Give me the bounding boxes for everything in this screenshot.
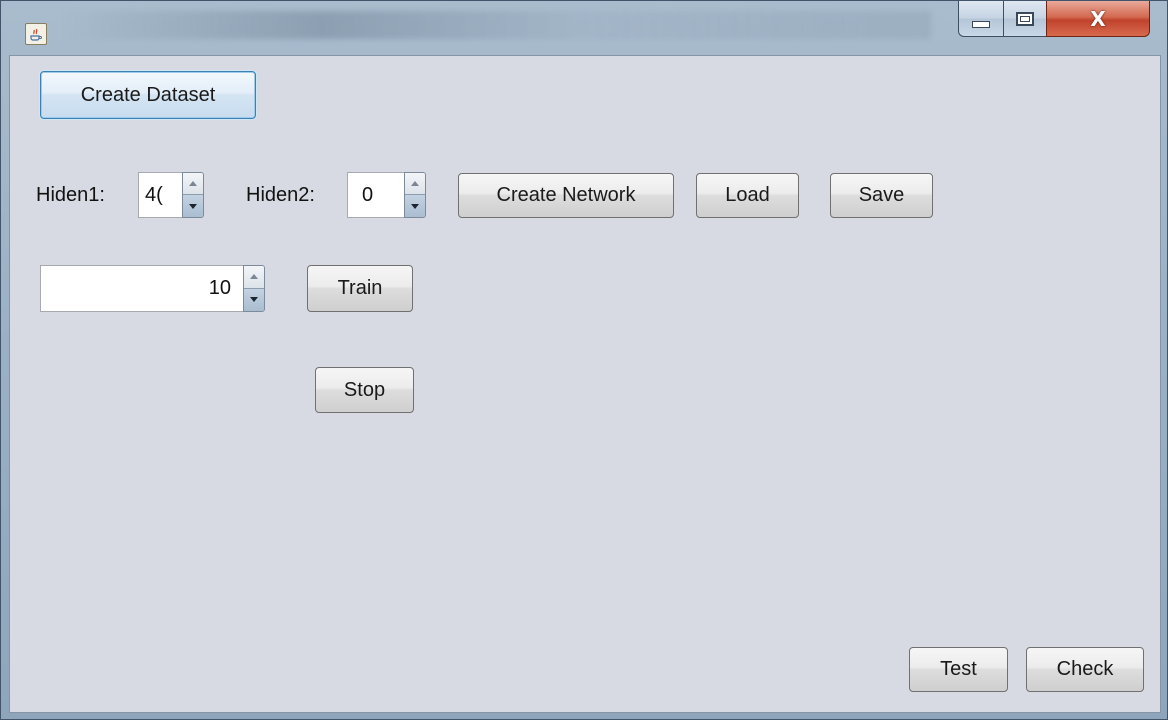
epochs-input[interactable]: 10 <box>40 265 243 312</box>
hidden1-input[interactable]: 4( <box>138 172 182 218</box>
epochs-spin-buttons <box>243 265 265 312</box>
test-button[interactable]: Test <box>909 647 1008 692</box>
app-window: X Create Dataset Hiden1: 4( Hiden2: 0 Cr… <box>0 0 1168 720</box>
hidden2-decrement[interactable] <box>405 195 425 217</box>
triangle-down-icon <box>411 203 419 209</box>
epochs-decrement[interactable] <box>244 288 264 311</box>
hidden1-decrement[interactable] <box>183 195 203 217</box>
window-controls: X <box>958 1 1150 37</box>
minimize-icon <box>972 21 990 28</box>
epochs-spinner[interactable]: 10 <box>40 265 265 312</box>
content-panel: Create Dataset Hiden1: 4( Hiden2: 0 Crea… <box>9 55 1161 713</box>
minimize-button[interactable] <box>958 1 1004 37</box>
title-bar[interactable]: X <box>1 1 1167 55</box>
hidden1-label: Hiden1: <box>36 184 105 206</box>
close-icon: X <box>1090 6 1106 31</box>
maximize-button[interactable] <box>1003 1 1047 37</box>
hidden1-spinner[interactable]: 4( <box>138 172 204 218</box>
triangle-up-icon <box>411 181 419 186</box>
hidden2-increment[interactable] <box>405 173 425 195</box>
load-button[interactable]: Load <box>696 173 799 218</box>
hidden2-spinner[interactable]: 0 <box>347 172 426 218</box>
hidden2-input[interactable]: 0 <box>347 172 404 218</box>
close-button[interactable]: X <box>1046 1 1150 37</box>
triangle-up-icon <box>250 274 258 280</box>
train-button[interactable]: Train <box>307 265 413 312</box>
epochs-increment[interactable] <box>244 266 264 289</box>
hidden2-spin-buttons <box>404 172 426 218</box>
check-button[interactable]: Check <box>1026 647 1144 692</box>
hidden1-increment[interactable] <box>183 173 203 195</box>
triangle-down-icon <box>250 297 258 303</box>
create-dataset-button[interactable]: Create Dataset <box>40 71 256 119</box>
triangle-down-icon <box>189 203 197 209</box>
hidden2-label: Hiden2: <box>246 184 315 206</box>
maximize-icon <box>1016 11 1034 26</box>
window-title <box>61 11 931 39</box>
create-network-button[interactable]: Create Network <box>458 173 674 218</box>
triangle-up-icon <box>189 181 197 186</box>
stop-button[interactable]: Stop <box>315 367 414 413</box>
save-button[interactable]: Save <box>830 173 933 218</box>
java-coffee-cup-icon[interactable] <box>25 23 47 45</box>
hidden1-spin-buttons <box>182 172 204 218</box>
